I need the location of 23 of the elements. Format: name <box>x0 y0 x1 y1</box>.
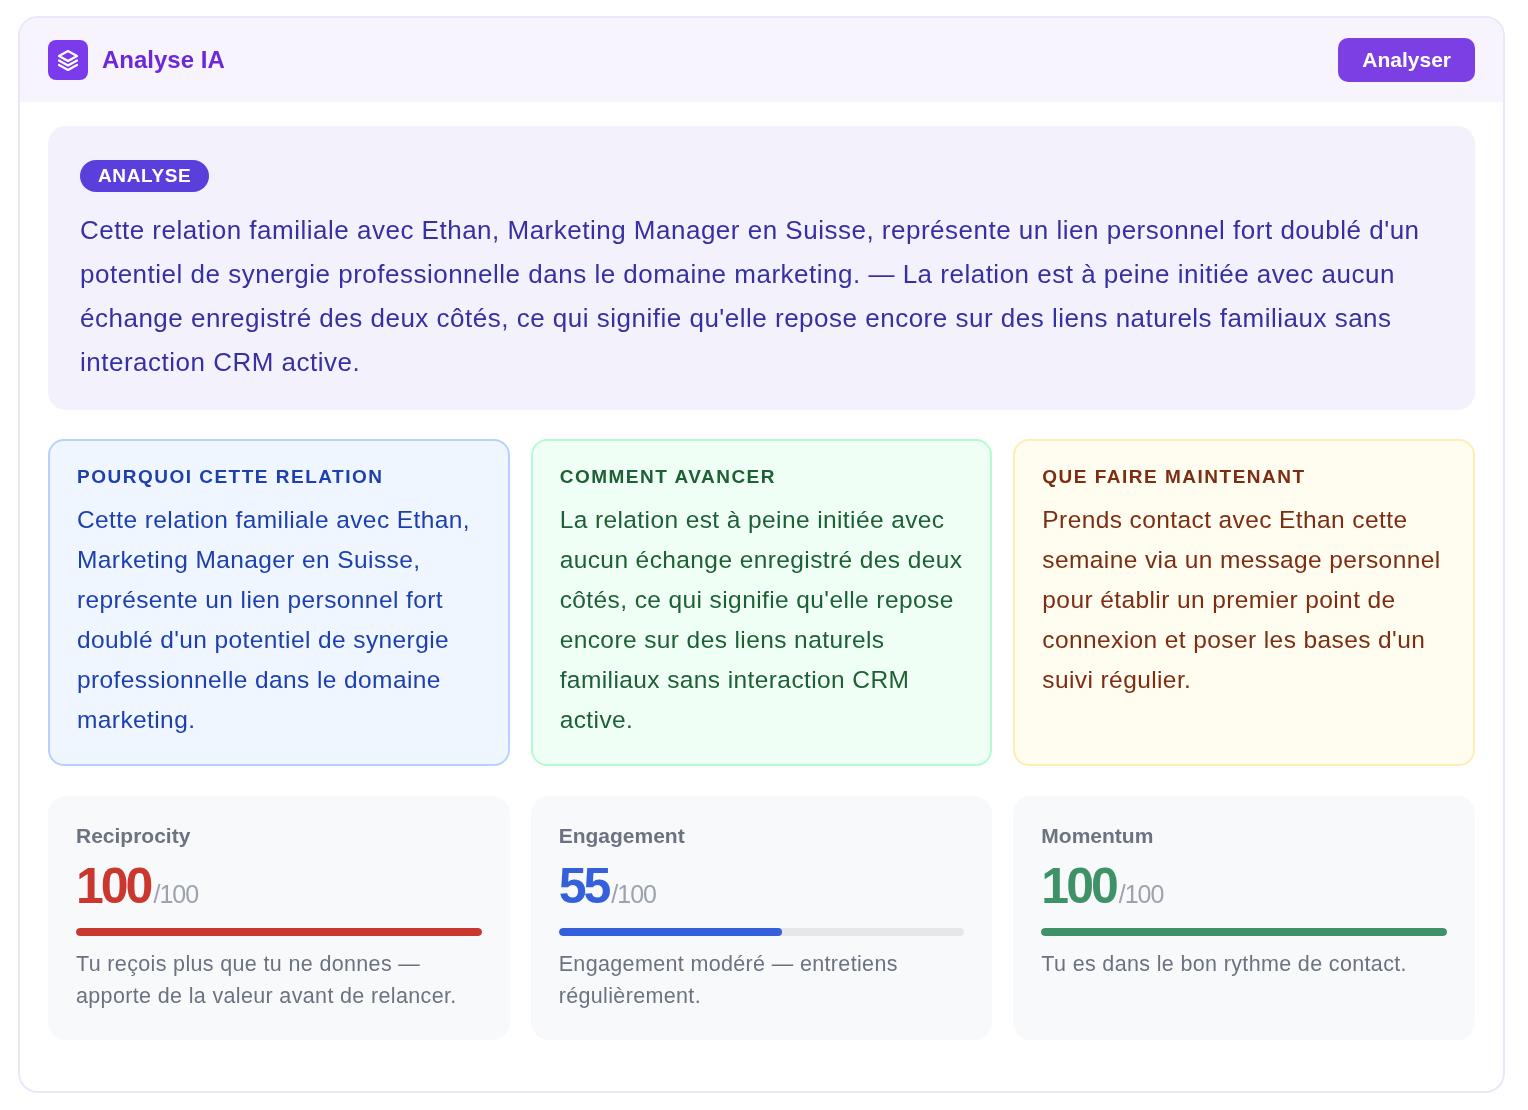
panel-title: Analyse IA <box>102 45 225 75</box>
insight-title: COMMENT AVANCER <box>559 465 777 489</box>
metric-note: Tu es dans le bon rythme de contact. <box>1041 951 1408 978</box>
analysis-text: Cette relation familiale avec Ethan, Marketing Manager en Suisse, représente un lien personnel fort doublé d'un potentiel de synergie professionnelle dans le domaine marketing. — La relation est à peine initiée avec aucun échange enregistré des deux côtés, ce qui signifie qu'elle repose encore sur des liens naturels familiaux sans interaction CRM active. <box>80 214 1421 379</box>
insight-text: Cette relation familiale avec Ethan, Marketing Manager en Suisse, représente un lien personnel fort doublé d'un potentiel de synergie professionnelle dans le domaine marketing. <box>77 505 471 735</box>
score-value: 100 <box>1041 858 1116 914</box>
insight-text: Prends contact avec Ethan cette semaine via un message personnel pour établir un premier point de connexion et poser les bases d'un suivi régulier. <box>1042 505 1442 695</box>
insight-text: La relation est à peine initiée avec aucun échange enregistré des deux côtés, ce qui signifie qu'elle repose encore sur des liens naturels familiaux sans interaction CRM active. <box>559 505 964 735</box>
metric-label: Reciprocity <box>76 823 192 849</box>
insight-title: POURQUOI CETTE RELATION <box>77 465 385 489</box>
score-value: 100 <box>76 858 151 914</box>
analyze-button[interactable]: Analyser <box>1338 38 1475 82</box>
score-max: /100 <box>153 879 199 910</box>
score-max: /100 <box>1118 879 1164 910</box>
score-max: /100 <box>611 879 656 910</box>
score-value: 55 <box>558 858 609 914</box>
metric-label: Engagement <box>558 823 686 849</box>
metric-note: Engagement modéré — entretiens régulièrement. <box>558 951 899 1010</box>
metric-label: Momentum <box>1041 823 1155 849</box>
metric-note: Tu reçois plus que tu ne donnes — apporte de la valeur avant de relancer. <box>76 951 458 1010</box>
insight-title: QUE FAIRE MAINTENANT <box>1042 465 1307 489</box>
analysis-tag: ANALYSE <box>80 160 210 192</box>
layers-icon <box>48 40 88 80</box>
